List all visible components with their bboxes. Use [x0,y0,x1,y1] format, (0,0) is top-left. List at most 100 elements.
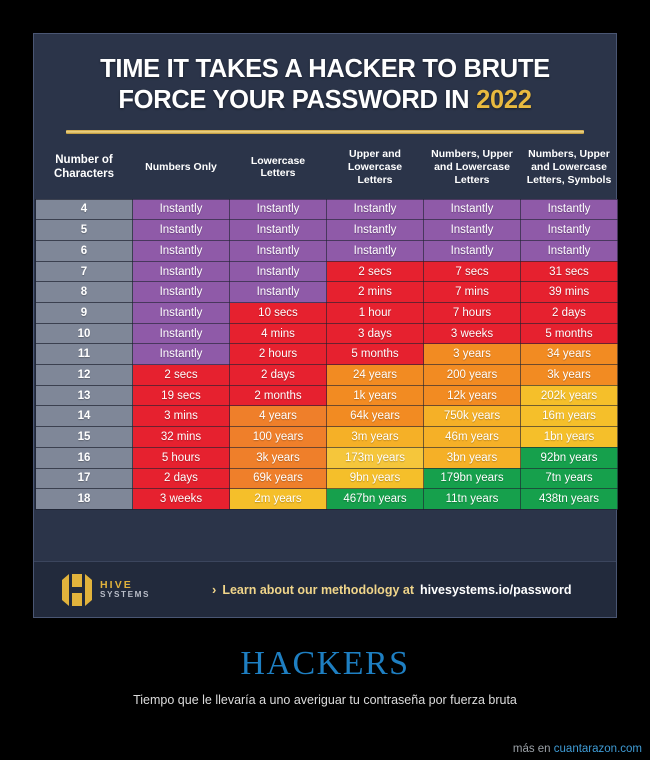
table-row: 17 2 days 69k years 9bn years 179bn years 7tn… [35,467,618,490]
table-row: 5 Instantly Instantly Instantly Instantly Ins… [35,219,618,241]
crack-time-cell: Instantly [132,281,230,304]
crack-time-cell: 46m years [423,426,521,448]
crack-time-cell: 2 hours [229,343,327,366]
crack-time-cell: Instantly [423,239,521,262]
site-watermark: más en cuantarazon.com [513,743,642,755]
watermark-site: cuantarazon.com [553,743,642,755]
crack-time-cell: 2 secs [326,260,424,283]
char-count-cell: 10 [35,322,133,345]
char-count-cell: 16 [35,446,133,469]
char-count-cell: 12 [35,364,133,386]
table-header: Number of Characters Numbers Only Lowercase… [36,134,618,199]
crack-time-cell: 32 mins [132,426,230,448]
column-header-5: Numbers, Upper and Lowercase Letters, Symb… [526,148,612,186]
table-row: 7 Instantly Instantly 2 secs 7 secs 31 secs [35,260,618,283]
char-count-cell: 18 [35,488,133,510]
crack-time-cell: Instantly [326,219,424,241]
crack-time-cell: Instantly [229,239,327,262]
column-header-2: Lowercase Letters [250,154,306,180]
table-row: 13 19 secs 2 months 1k years 12k years 202k y… [35,384,618,407]
char-count-cell: 5 [35,219,133,241]
crack-time-cell: 7tn years [520,467,618,490]
crack-time-cell: 1k years [326,384,424,407]
crack-time-cell: 5 months [520,322,618,345]
crack-time-cell: 3 weeks [132,488,230,510]
crack-time-cell: 2m years [229,488,327,510]
footer-bar: HIVE SYSTEMS › Learn about our methodolo… [34,561,616,617]
crack-time-cell: Instantly [229,260,327,283]
char-count-cell: 17 [35,467,133,490]
crack-time-cell: Instantly [520,239,618,262]
crack-time-cell: 4 years [229,405,327,428]
table-row: 14 3 mins 4 years 64k years 750k years 16m ye… [35,405,618,428]
crack-time-cell: 438tn years [520,488,618,510]
crack-time-cell: 7 secs [423,260,521,283]
title-line-2: FORCE YOUR PASSWORD IN [118,86,477,115]
table-body: 4 Instantly Instantly Instantly Instantly Ins… [35,198,618,510]
chevron-right-icon: › [211,582,217,597]
crack-time-cell: 7 mins [423,281,521,304]
char-count-cell: 4 [35,198,133,221]
crack-time-cell: 100 years [229,426,327,448]
crack-time-cell: 5 months [326,343,424,366]
crack-time-cell: Instantly [229,281,327,304]
crack-time-cell: 92bn years [520,446,618,469]
char-count-cell: 13 [35,384,133,407]
table-row: 12 2 secs 2 days 24 years 200 years 3k years [35,364,618,386]
char-count-cell: 8 [35,281,133,304]
crack-time-cell: 3 years [423,343,521,366]
crack-time-cell: 4 mins [229,322,327,345]
hive-hexagon-icon [60,571,94,609]
page-title: TIME IT TAKES A HACKER TO BRUTE FORCE YO… [60,54,590,116]
infographic-panel: TIME IT TAKES A HACKER TO BRUTE FORCE YO… [33,33,618,618]
crack-time-cell: 1 hour [326,302,424,324]
column-header-1: Numbers Only [145,161,217,174]
hive-systems-logo: HIVE SYSTEMS [60,571,150,609]
column-header-3: Upper and Lowercase Letters [347,148,403,186]
crack-time-cell: 3 weeks [423,322,521,345]
crack-time-cell: 173m years [326,446,424,469]
crack-time-cell: 1bn years [520,426,618,448]
crack-time-cell: 2 secs [132,364,230,386]
crack-time-cell: 179bn years [423,467,521,490]
crack-time-cell: 3 mins [132,405,230,428]
crack-time-cell: 467bn years [326,488,424,510]
crack-time-cell: 31 secs [520,260,618,283]
methodology-link[interactable]: › Learn about our methodology at hivesys… [212,582,571,597]
crack-time-cell: 5 hours [132,446,230,469]
watermark-prefix: más en [512,743,554,755]
crack-time-cell: 16m years [520,405,618,428]
table-row: 4 Instantly Instantly Instantly Instantly Ins… [35,198,618,221]
hive-systems-wordmark: HIVE SYSTEMS [100,579,150,600]
crack-time-cell: Instantly [326,198,424,221]
table-row: 6 Instantly Instantly Instantly Instantly Ins… [35,239,618,262]
table-row: 15 32 mins 100 years 3m years 46m years 1bn y… [35,426,618,448]
crack-time-cell: Instantly [132,260,230,283]
crack-time-cell: 19 secs [132,384,230,407]
caption-title: HACKERS [240,645,410,682]
caption-subtitle: Tiempo que le llevaría a uno averiguar t… [133,693,517,707]
crack-time-cell: 3k years [520,364,618,386]
crack-time-cell: 9bn years [326,467,424,490]
table-row: 9 Instantly 10 secs 1 hour 7 hours 2 days [35,302,618,324]
char-count-cell: 14 [35,405,133,428]
crack-time-cell: 200 years [423,364,521,386]
crack-time-cell: Instantly [423,198,521,221]
char-count-cell: 15 [35,426,133,448]
crack-time-cell: Instantly [229,198,327,221]
crack-time-cell: 2 days [229,364,327,386]
crack-time-cell: 12k years [423,384,521,407]
table-row: 11 Instantly 2 hours 5 months 3 years 34 year… [35,343,618,366]
crack-time-cell: 3 days [326,322,424,345]
methodology-url: hivesystems.io/password [420,582,572,597]
crack-time-cell: 64k years [326,405,424,428]
crack-time-cell: Instantly [132,302,230,324]
column-header-0: Number of Characters [53,154,115,181]
crack-time-cell: 2 days [520,302,618,324]
crack-time-cell: 34 years [520,343,618,366]
crack-time-cell: 69k years [229,467,327,490]
poster-root: TIME IT TAKES A HACKER TO BRUTE FORCE YO… [0,0,650,760]
crack-time-cell: 7 hours [423,302,521,324]
crack-time-cell: Instantly [132,322,230,345]
table-row: 10 Instantly 4 mins 3 days 3 weeks 5 months [35,322,618,345]
